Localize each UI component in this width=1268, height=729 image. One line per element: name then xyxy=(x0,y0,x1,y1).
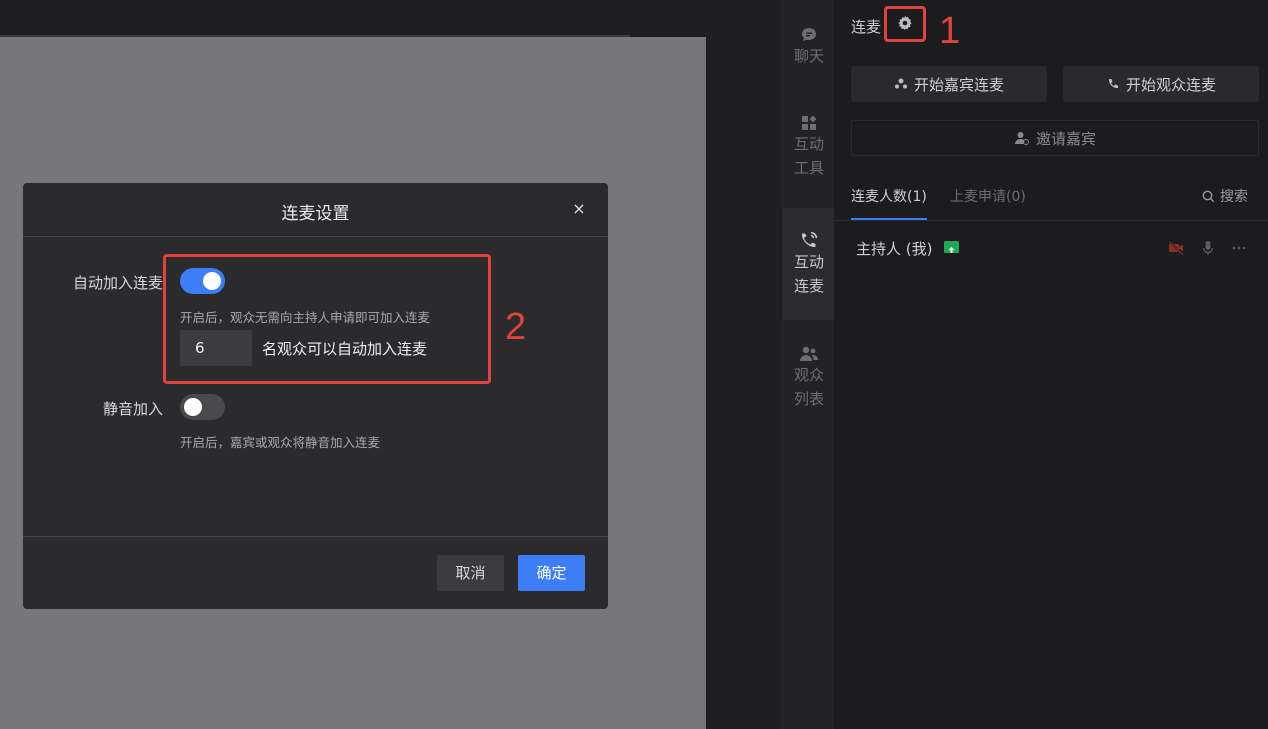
tab-co-stream-count[interactable]: 连麦人数(1) xyxy=(851,186,927,206)
dialog-title: 连麦设置 xyxy=(281,204,350,224)
more-icon[interactable] xyxy=(1230,239,1248,257)
nav-label-co-stream-1: 互动 xyxy=(793,253,824,271)
annotation-number-2: 2 xyxy=(505,306,527,348)
nav-label-co-stream-2: 连麦 xyxy=(793,277,824,295)
auto-join-label: 自动加入连麦 xyxy=(72,274,163,292)
invite-guest-label: 邀请嘉宾 xyxy=(1035,129,1096,148)
guest-group-icon xyxy=(894,78,907,89)
nav-label-tools-1: 互动 xyxy=(793,135,824,153)
mute-join-toggle[interactable] xyxy=(180,394,225,420)
top-bar xyxy=(0,0,782,36)
tab-stage-requests[interactable]: 上麦申请(0) xyxy=(950,186,1026,206)
toggle-knob xyxy=(184,398,202,416)
search-icon xyxy=(1202,190,1215,202)
confirm-button[interactable]: 确定 xyxy=(518,555,585,591)
start-audience-co-stream-label: 开始观众连麦 xyxy=(1125,75,1216,94)
co-stream-settings-dialog: 连麦设置 × 自动加入连麦 开启后，观众无需向主持人申请即可加入连麦 名观众可以… xyxy=(23,183,608,609)
co-stream-panel: 连麦 开始嘉宾连麦 开始观众连麦 邀请嘉宾 连麦人数(1) 上麦申请(0) 搜索… xyxy=(834,0,1268,729)
annotation-number-1: 1 xyxy=(939,10,961,52)
search-label: 搜索 xyxy=(1220,189,1248,205)
nav-label-audience-2: 列表 xyxy=(793,390,824,408)
close-icon[interactable]: × xyxy=(569,198,589,220)
start-guest-co-stream-label: 开始嘉宾连麦 xyxy=(913,75,1004,94)
annotation-box-2 xyxy=(163,254,491,384)
search-button[interactable]: 搜索 xyxy=(1202,186,1248,206)
annotation-box-1 xyxy=(884,6,926,42)
tab-divider xyxy=(834,220,1268,221)
users-icon xyxy=(800,346,818,361)
nav-item-co-stream[interactable]: 互动 连麦 xyxy=(783,208,835,320)
nav-item-chat[interactable]: 聊天 xyxy=(783,26,835,86)
invite-guest-button[interactable]: 邀请嘉宾 xyxy=(851,120,1259,156)
nav-label-audience-1: 观众 xyxy=(793,366,824,384)
microphone-icon[interactable] xyxy=(1199,239,1217,257)
panel-title: 连麦 xyxy=(851,18,882,36)
grid-icon xyxy=(802,115,817,130)
chat-bubble-icon xyxy=(802,28,816,41)
phone-icon xyxy=(1108,79,1118,89)
start-audience-co-stream-button[interactable]: 开始观众连麦 xyxy=(1063,66,1259,102)
nav-label-tools-2: 工具 xyxy=(793,159,824,177)
start-guest-co-stream-button[interactable]: 开始嘉宾连麦 xyxy=(851,66,1047,102)
side-nav: 聊天 互动 工具 互动 连麦 观众 列表 xyxy=(782,0,835,729)
mute-join-label: 静音加入 xyxy=(102,400,163,418)
cancel-button[interactable]: 取消 xyxy=(437,555,504,591)
mute-join-hint: 开启后，嘉宾或观众将静音加入连麦 xyxy=(180,435,381,450)
nav-label-chat: 聊天 xyxy=(793,47,824,65)
nav-item-tools[interactable]: 互动 工具 xyxy=(783,114,835,194)
phone-signal-icon xyxy=(801,231,818,248)
host-name: 主持人 (我) xyxy=(856,240,933,258)
nav-item-audience[interactable]: 观众 列表 xyxy=(783,345,835,425)
camera-off-icon[interactable] xyxy=(1167,239,1185,257)
dialog-footer-divider xyxy=(23,536,608,537)
stage-gutter xyxy=(706,36,782,729)
list-item: 主持人 (我) xyxy=(834,230,1268,266)
add-user-icon xyxy=(1014,132,1029,145)
screen-share-badge-icon xyxy=(944,241,959,253)
dialog-header: 连麦设置 × xyxy=(23,183,608,237)
